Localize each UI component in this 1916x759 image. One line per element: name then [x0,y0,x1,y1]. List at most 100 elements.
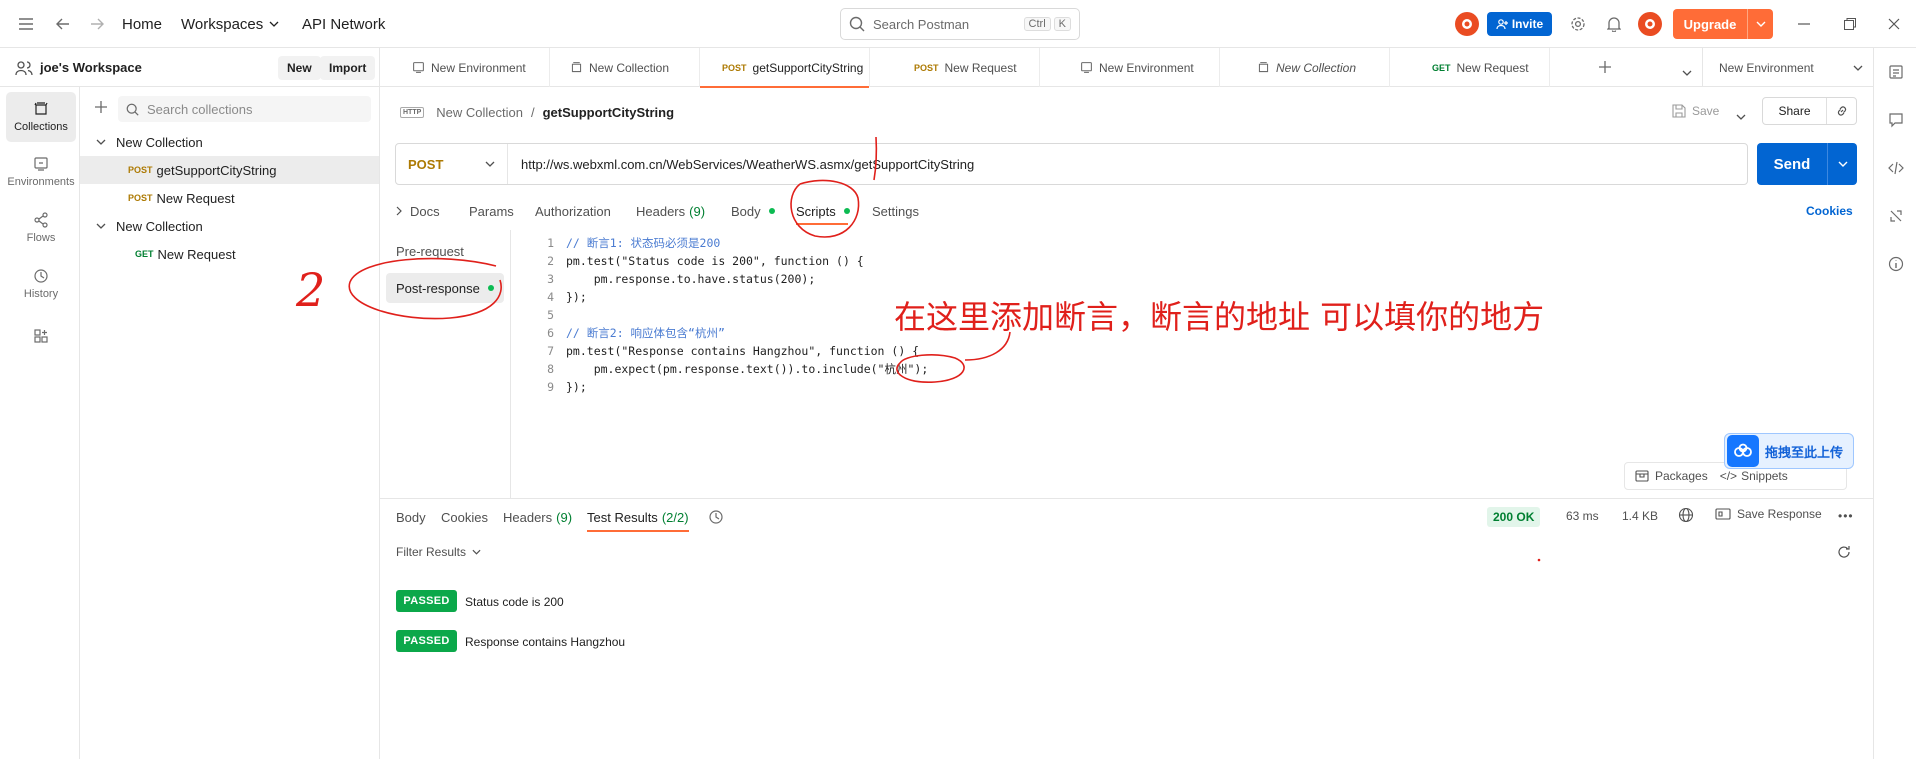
rail-item-history[interactable]: History [6,259,76,309]
collection-item[interactable]: New Collection [80,212,379,240]
pre-request-tab[interactable]: Pre-request [396,244,464,259]
tab-authorization[interactable]: Authorization [535,200,611,222]
snippets-button[interactable]: </> Snippets [1720,469,1788,483]
comments-icon[interactable] [1886,110,1906,130]
method-badge: POST [128,165,153,175]
upload-widget[interactable]: 拖拽至此上传 [1724,433,1854,469]
close-window-button[interactable] [1880,0,1908,48]
rail-label: Flows [26,232,56,244]
nav-api-network[interactable]: API Network [302,0,385,48]
rail-item-add[interactable] [6,311,76,361]
response-history-button[interactable] [708,509,724,528]
cookies-link[interactable]: Cookies [1806,200,1853,222]
related-icon[interactable] [1886,206,1906,226]
request-item[interactable]: GET New Request [80,240,379,268]
share-button[interactable]: Share [1763,104,1826,118]
docs-icon[interactable] [1886,62,1906,82]
rail-item-environments[interactable]: Environments [6,147,76,197]
tab-docs-label: Docs [410,203,440,219]
network-info-button[interactable] [1678,507,1694,526]
user-avatar[interactable] [1638,0,1662,48]
tab-environment[interactable]: New Environment [1040,48,1220,87]
team-avatar[interactable] [1455,0,1479,48]
upgrade-button[interactable]: Upgrade [1673,9,1773,39]
response-time[interactable]: 63 ms [1566,509,1599,523]
tab-settings[interactable]: Settings [872,200,919,222]
request-item[interactable]: POST New Request [80,184,379,212]
tab-scripts-label: Scripts [796,203,836,219]
response-tab-test-results[interactable]: Test Results (2/2) [587,508,689,532]
tab-request-active[interactable]: POST getSupportCityString [700,48,870,88]
chevron-down-icon[interactable] [1827,143,1857,185]
script-editor[interactable]: 1 // 断言1: 状态码必须是200 2 pm.test("Status code… [510,230,1858,498]
restore-button[interactable] [1836,0,1864,48]
code-text: pm.response.to.have.status(200); [566,272,816,286]
invite-button[interactable]: Invite [1487,12,1552,36]
tab-collection[interactable]: New Collection [1220,48,1390,87]
nav-home[interactable]: Home [122,0,162,48]
send-button[interactable]: Send [1757,143,1857,185]
copy-link-button[interactable] [1826,98,1856,124]
packages-button[interactable]: Packages [1625,469,1720,483]
response-tab-body[interactable]: Body [396,508,426,526]
url-input[interactable]: http://ws.webxml.com.cn/WebServices/Weat… [508,157,974,172]
tab-scripts[interactable]: Scripts [796,200,850,222]
chevron-down-icon[interactable] [1747,9,1773,39]
notifications-button[interactable] [1600,0,1628,48]
settings-button[interactable] [1564,0,1592,48]
tab-params[interactable]: Params [469,200,514,222]
post-response-tab[interactable]: Post-response [386,273,504,303]
top-bar: Home Workspaces API Network Search Postm… [0,0,1916,48]
tab-label: New Environment [431,60,526,75]
method-badge: GET [1432,62,1451,73]
breadcrumb-collection[interactable]: New Collection [436,105,523,120]
chevron-down-icon [96,139,106,145]
nav-workspaces[interactable]: Workspaces [181,0,279,48]
forward-button[interactable] [83,0,111,48]
add-collection-button[interactable] [94,100,108,117]
response-headers-count: (9) [556,509,573,525]
import-button[interactable]: Import [320,56,376,80]
status-badge[interactable]: 200 OK [1487,507,1541,527]
tab-request[interactable]: GET New Request [1390,48,1550,87]
environment-selector[interactable]: New Environment [1702,48,1873,87]
save-options-button[interactable] [1736,108,1746,123]
response-size[interactable]: 1.4 KB [1622,509,1658,523]
code-line: 4}); [511,288,587,306]
tab-body[interactable]: Body [731,200,775,222]
tab-headers[interactable]: Headers (9) [636,200,705,222]
code-icon[interactable] [1886,158,1906,178]
save-button[interactable]: Save [1672,104,1719,118]
collection-icon [1258,62,1269,73]
line-number: 4 [547,290,554,304]
request-item[interactable]: POST getSupportCityString [80,156,379,184]
back-button[interactable] [49,0,77,48]
tab-environment[interactable]: New Environment [380,48,550,87]
line-number: 6 [547,326,554,340]
response-tab-headers[interactable]: Headers (9) [503,508,572,526]
rail-item-flows[interactable]: Flows [6,203,76,253]
tabs-overflow-button[interactable] [1682,64,1692,79]
info-icon[interactable] [1886,254,1906,274]
new-tab-button[interactable] [1598,60,1612,77]
rail-item-collections[interactable]: Collections [6,92,76,142]
save-response-button[interactable]: Save Response [1715,507,1822,521]
flows-icon [34,212,48,228]
more-options-icon[interactable]: ••• [1838,509,1854,523]
minimize-button[interactable] [1790,0,1818,48]
avatar-icon [1638,12,1662,36]
tab-collection[interactable]: New Collection [550,48,700,87]
filter-results-dropdown[interactable]: Filter Results [396,545,481,559]
tab-docs[interactable]: Docs [396,200,440,222]
breadcrumb-request-name[interactable]: getSupportCityString [543,105,674,120]
refresh-button[interactable] [1837,545,1851,562]
new-button[interactable]: New [278,56,321,80]
search-input[interactable]: Search Postman Ctrl K [840,8,1080,40]
response-tab-cookies[interactable]: Cookies [441,508,488,526]
workspace-name[interactable]: joe's Workspace [40,60,142,75]
method-select[interactable]: POST [396,144,508,184]
collections-search-input[interactable]: Search collections [118,96,371,122]
menu-button[interactable] [12,0,40,48]
collection-item[interactable]: New Collection [80,128,379,156]
tab-request[interactable]: POST New Request [870,48,1040,87]
